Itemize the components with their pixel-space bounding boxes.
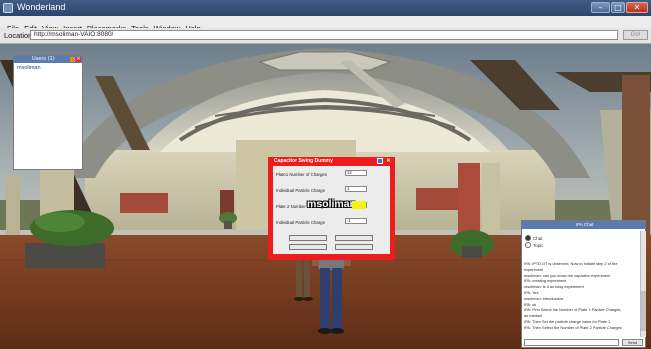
chat-log: IPA: IPTD.OT is observed, Now to initiat… (524, 261, 638, 337)
avatar-name: msoliman (307, 198, 357, 210)
chat-radio-label: Chat (533, 236, 543, 241)
wonderland-window: Wonderland – □ ✕ FileEditViewInsertPlace… (0, 0, 651, 349)
go-button[interactable]: Go! (623, 30, 648, 40)
users-panel: Users (1) × msoliman (13, 55, 83, 170)
chat-title: IPA Chat (576, 222, 594, 227)
chat-input[interactable] (524, 339, 619, 346)
location-url-field[interactable]: http://msoliman-VAIO:8080/ (30, 30, 618, 40)
topic-radio-label: Topic (533, 243, 544, 248)
window-title: Wonderland (17, 2, 66, 12)
plate1-charges-label: Plate1 Number of Charges (276, 172, 327, 177)
chat-radio-chat[interactable]: Chat (525, 235, 543, 241)
minimize-button[interactable]: – (591, 2, 610, 13)
users-panel-title: Users (1) (32, 56, 55, 62)
users-panel-header: Users (1) × (14, 56, 82, 63)
chat-line: IPA: Then Select the Number of Plate 2 P… (524, 324, 622, 330)
chat-scroll-thumb[interactable] (641, 291, 646, 331)
maximize-button[interactable]: □ (611, 2, 625, 13)
avatar-nametag: msoliman (307, 198, 367, 212)
dialog-header: Capacitor Swing Dummy × (268, 157, 395, 165)
radio-icon (525, 242, 531, 248)
plate2-particle-charge-label: Individual Particle Charge (276, 220, 325, 225)
dialog-restore-icon[interactable] (377, 158, 383, 164)
avatar-name-highlight (352, 201, 366, 209)
chat-header: IPA Chat (522, 221, 645, 229)
app-icon (3, 3, 13, 13)
radio-selected-icon (525, 235, 531, 241)
close-icon[interactable]: × (76, 57, 81, 62)
chat-radio-topic[interactable]: Topic (525, 242, 544, 248)
dialog-button-right-2[interactable] (335, 244, 373, 250)
dialog-button-right[interactable] (335, 235, 373, 241)
chat-scrollbar[interactable] (640, 231, 646, 337)
plate2-particle-charge-input[interactable]: -1 (345, 218, 367, 224)
dialog-title: Capacitor Swing Dummy (274, 158, 333, 164)
title-bar: Wonderland – □ ✕ (0, 0, 651, 16)
chat-panel: IPA Chat Chat Topic IPA: IPTD.OT is obse… (521, 220, 646, 348)
plate1-charges-input[interactable]: 12 (345, 170, 367, 176)
dialog-button-left[interactable] (289, 235, 327, 241)
close-button[interactable]: ✕ (626, 2, 648, 13)
send-button[interactable]: Send (622, 339, 643, 346)
plate1-particle-charge-input[interactable]: 1 (345, 186, 367, 192)
minimize-icon[interactable] (70, 57, 75, 62)
plate1-particle-charge-label: Individual Particle Charge (276, 188, 325, 193)
location-bar: Location: http://msoliman-VAIO:8080/ Go! (0, 28, 651, 44)
dialog-button-left-2[interactable] (289, 244, 327, 250)
dialog-close-icon[interactable]: × (385, 158, 392, 164)
user-list-item[interactable]: msoliman (14, 63, 82, 71)
